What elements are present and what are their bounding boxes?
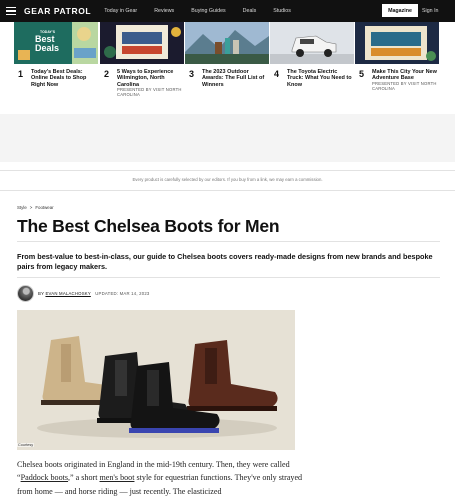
trending-title[interactable]: The Toyota Electric Truck: What You Need… [287, 69, 355, 88]
trending-number: 3 [189, 69, 195, 79]
updated-date: UPDATED: MAR 14, 2023 [95, 291, 150, 296]
trending-thumbnail[interactable] [355, 22, 439, 64]
trending-thumbnail[interactable] [100, 22, 184, 64]
author-link[interactable]: EVAN MALACHOSKY [45, 291, 90, 296]
nav-link-deals[interactable]: Deals [243, 8, 257, 14]
byline-text: BY EVAN MALACHOSKY UPDATED: MAR 14, 2023 [38, 291, 150, 296]
trending-thumbnail[interactable] [185, 22, 269, 64]
breadcrumb-separator: > [29, 205, 33, 210]
sponsor-label: PRESENTED BY VISIT NORTH CAROLINA [117, 87, 182, 98]
nav-link-buying-guides[interactable]: Buying Guides [191, 8, 225, 14]
trending-number: 4 [274, 69, 280, 79]
article-dek: From best-value to best-in-class, our gu… [17, 252, 433, 271]
hamburger-menu-icon[interactable] [6, 6, 16, 16]
byline-by: BY [38, 291, 45, 296]
adventure-city-graphic [355, 22, 439, 64]
body-text-segment: ,” a short [68, 473, 100, 483]
top-nav: GEAR PATROL Today in Gear Reviews Buying… [0, 0, 455, 22]
thumb-label-main: Best Deals [35, 34, 60, 53]
trending-title[interactable]: Today's Best Deals: Online Deals to Shop… [31, 69, 99, 88]
trending-item[interactable]: 5 Make This City Your New Adventure Base… [355, 22, 439, 91]
chelsea-boots-illustration [17, 310, 295, 450]
nav-link-reviews[interactable]: Reviews [154, 8, 174, 14]
sponsor-label: PRESENTED BY VISIT NORTH CAROLINA [372, 81, 437, 92]
paddock-boots-link[interactable]: Paddock boots [21, 473, 68, 482]
trending-title[interactable]: Make This City Your New Adventure Base [372, 69, 440, 82]
nav-links: Today in Gear Reviews Buying Guides Deal… [104, 8, 308, 14]
trending-title[interactable]: The 2023 Outdoor Awards: The Full List o… [202, 69, 270, 88]
toyota-truck-graphic [270, 22, 354, 64]
breadcrumb-style[interactable]: Style [17, 205, 27, 210]
trending-item[interactable]: 3 The 2023 Outdoor Awards: The Full List… [185, 22, 269, 88]
trending-item[interactable]: TODAY'S Best Deals 1 Today's Best Deals:… [14, 22, 98, 88]
magazine-button[interactable]: Magazine [382, 4, 418, 17]
outdoor-awards-graphic [185, 22, 269, 64]
trending-thumbnail[interactable] [270, 22, 354, 64]
breadcrumb-footwear[interactable]: Footwear [35, 205, 53, 210]
divider [17, 277, 440, 278]
affiliate-disclaimer: Every product is carefully selected by o… [132, 177, 323, 182]
divider [0, 190, 455, 191]
mens-boot-link[interactable]: men's boot [100, 473, 135, 482]
divider [0, 170, 455, 171]
wilmington-graphic [100, 22, 184, 64]
article-title: The Best Chelsea Boots for Men [17, 216, 280, 236]
divider [17, 241, 440, 242]
sign-in-link[interactable]: Sign In [422, 8, 439, 14]
nav-link-today-in-gear[interactable]: Today in Gear [104, 8, 137, 14]
trending-number: 1 [18, 69, 24, 79]
trending-title[interactable]: 5 Ways to Experience Wilmington, North C… [117, 69, 185, 88]
byline: BY EVAN MALACHOSKY UPDATED: MAR 14, 2023 [17, 285, 150, 302]
nav-link-studios[interactable]: Studios [273, 8, 291, 14]
trending-number: 2 [104, 69, 110, 79]
image-credit: Courtesy [17, 443, 35, 447]
breadcrumb: Style > Footwear [17, 205, 54, 210]
trending-thumbnail[interactable]: TODAY'S Best Deals [14, 22, 98, 64]
trending-item[interactable]: 2 5 Ways to Experience Wilmington, North… [100, 22, 184, 97]
trending-stories: TODAY'S Best Deals 1 Today's Best Deals:… [14, 22, 440, 132]
trending-item[interactable]: 4 The Toyota Electric Truck: What You Ne… [270, 22, 354, 88]
site-logo[interactable]: GEAR PATROL [24, 6, 91, 16]
author-avatar[interactable] [17, 285, 34, 302]
hero-image [17, 310, 295, 450]
trending-number: 5 [359, 69, 365, 79]
article-body: Chelsea boots originated in England in t… [17, 458, 307, 498]
